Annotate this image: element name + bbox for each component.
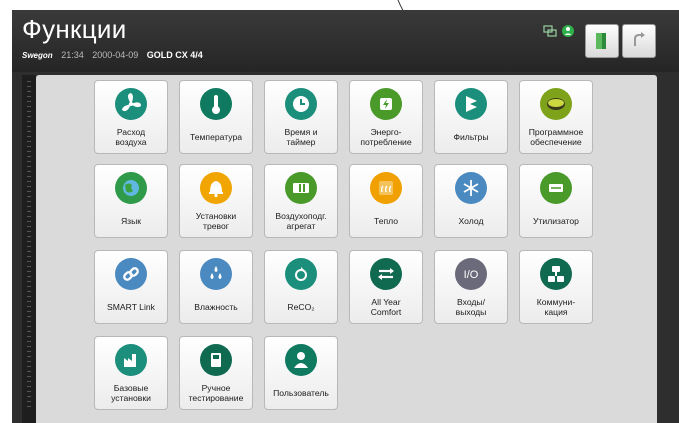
function-tile[interactable]: Воздухоподг. агрегат [264, 164, 338, 238]
brand-logo: Swegon [22, 51, 53, 60]
droplets-icon [200, 258, 232, 290]
function-tile-label: All Year Comfort [370, 297, 402, 317]
energy-icon [370, 88, 402, 120]
fan-icon [115, 88, 147, 120]
function-tile-label: Время и таймер [284, 127, 318, 147]
bell-icon [200, 172, 232, 204]
function-tile-label: Фильтры [453, 132, 489, 142]
function-tile-label: Установки тревог [195, 211, 237, 231]
page-title: Функции [22, 14, 127, 44]
function-tile-label: Утилизатор [533, 216, 579, 226]
globe-icon [115, 172, 147, 204]
function-tile-label: Расход воздуха [115, 127, 147, 147]
function-tile-label: Входы/ выходы [455, 297, 487, 317]
communication-icon [540, 258, 572, 290]
factory-icon [115, 344, 147, 376]
function-tile-label: ReCO₂ [287, 302, 315, 312]
clock-time: 21:34 [61, 50, 84, 60]
svg-text:I/O: I/O [464, 269, 479, 281]
function-tile[interactable]: Язык [94, 164, 168, 238]
filter-icon [455, 88, 487, 120]
header: Функции Swegon 21:34 2000-04-09 GOLD CX … [12, 10, 679, 72]
function-tile-label: Тепло [373, 216, 399, 226]
function-tile-label: Пользователь [273, 388, 329, 398]
function-tile[interactable]: Фильтры [434, 80, 508, 154]
function-tile[interactable]: Утилизатор [519, 164, 593, 238]
top-strip [0, 0, 679, 10]
thermometer-icon [200, 88, 232, 120]
manual-test-icon [200, 344, 232, 376]
chip-icon [540, 88, 572, 120]
function-tile-label: Энерго- потребление [360, 127, 412, 147]
status-icons [543, 25, 574, 37]
function-tile-label: Ручное тестирование [188, 383, 244, 403]
function-tile[interactable]: SMART Link [94, 250, 168, 324]
function-tile-label: Язык [120, 216, 142, 226]
function-tile[interactable]: All Year Comfort [349, 250, 423, 324]
scroll-rail-dots [27, 81, 31, 411]
air-unit-icon [285, 172, 317, 204]
function-tile[interactable]: Температура [179, 80, 253, 154]
link-icon [115, 258, 147, 290]
exit-door-icon [596, 33, 606, 49]
heat-icon [370, 172, 402, 204]
clock-icon [285, 88, 317, 120]
snowflake-icon [455, 172, 487, 204]
exit-button[interactable] [585, 24, 619, 58]
function-tile[interactable]: Установки тревог [179, 164, 253, 238]
function-tile[interactable]: Энерго- потребление [349, 80, 423, 154]
function-tile-label: Влажность [194, 302, 238, 312]
user-status-icon [562, 25, 574, 37]
function-tile[interactable]: Программное обеспечение [519, 80, 593, 154]
function-tile-label: Холод [458, 216, 484, 226]
function-tile[interactable]: Время и таймер [264, 80, 338, 154]
date: 2000-04-09 [92, 50, 139, 60]
side-scroll-rail[interactable] [22, 75, 37, 423]
function-tile[interactable]: Тепло [349, 164, 423, 238]
function-tile-label: SMART Link [107, 302, 155, 312]
function-tile[interactable]: ReCO₂ [264, 250, 338, 324]
heat-exchanger-icon [540, 172, 572, 204]
function-tile-label: Воздухоподг. агрегат [275, 211, 327, 231]
function-tile[interactable]: Влажность [179, 250, 253, 324]
function-tile[interactable]: Базовые установки [94, 336, 168, 410]
user-icon [285, 344, 317, 376]
unit-model: GOLD CX 4/4 [146, 50, 203, 60]
network-icon [543, 25, 557, 37]
device-info: Swegon 21:34 2000-04-09 GOLD CX 4/4 [22, 50, 203, 60]
io-icon: I/O [455, 258, 487, 290]
function-tile[interactable]: Холод [434, 164, 508, 238]
back-button[interactable] [622, 24, 656, 58]
function-tile[interactable]: Коммуни- кация [519, 250, 593, 324]
function-tile[interactable]: Пользователь [264, 336, 338, 410]
function-tile-label: Коммуни- кация [536, 297, 576, 317]
function-tile[interactable]: Расход воздуха [94, 80, 168, 154]
function-tile-label: Температура [189, 132, 243, 142]
all-year-comfort-icon [370, 258, 402, 290]
reco2-icon [285, 258, 317, 290]
functions-panel: Расход воздуха Температура Время и таймер Э… [36, 75, 657, 423]
back-arrow-icon [634, 32, 645, 46]
function-tile-label: Программное обеспечение [528, 127, 584, 147]
function-tile[interactable]: Ручное тестирование [179, 336, 253, 410]
function-tile[interactable]: I/O Входы/ выходы [434, 250, 508, 324]
function-tile-label: Базовые установки [111, 383, 151, 403]
